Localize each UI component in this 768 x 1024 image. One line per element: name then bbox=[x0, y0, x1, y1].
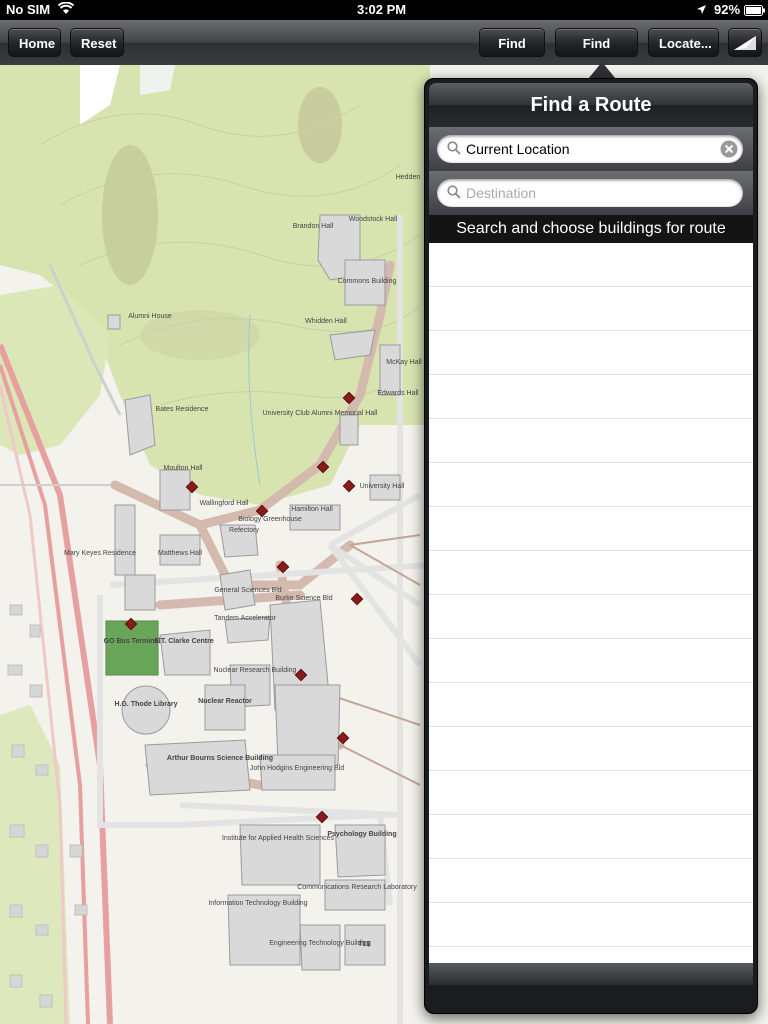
popover-arrow bbox=[588, 62, 616, 79]
toolbar: Home Reset Find Me Find Route Locate... bbox=[0, 20, 768, 80]
list-item bbox=[429, 331, 753, 375]
map-label[interactable]: Brandon Hall bbox=[293, 223, 334, 230]
popover-footer bbox=[429, 963, 753, 985]
map-label[interactable]: Woodstock Hall bbox=[349, 216, 398, 223]
map-label[interactable]: Hedden bbox=[396, 174, 421, 181]
wifi-icon bbox=[57, 1, 75, 18]
map-label[interactable]: Tandem Accelerator bbox=[214, 615, 277, 622]
home-button[interactable]: Home bbox=[8, 28, 61, 57]
map-label[interactable]: Refectory bbox=[229, 527, 259, 534]
map-label[interactable]: Edwards Hall bbox=[377, 390, 419, 397]
map-label[interactable]: Mary Keyes Residence bbox=[64, 550, 136, 557]
map-label[interactable]: Bates Residence bbox=[156, 406, 209, 413]
map-label[interactable]: Moulton Hall bbox=[164, 465, 203, 472]
map-label[interactable]: Information Technology Building bbox=[208, 900, 307, 907]
map-label[interactable]: Commons Building bbox=[338, 278, 397, 285]
clock: 3:02 PM bbox=[357, 2, 407, 17]
find-route-button[interactable]: Find Route bbox=[555, 28, 638, 80]
status-bar: No SIM 3:02 PM 92% bbox=[0, 0, 768, 20]
location-arrow-icon bbox=[696, 3, 707, 18]
list-item bbox=[429, 815, 753, 859]
map-label[interactable]: H.G. Thode Library bbox=[114, 701, 177, 708]
map-label[interactable]: T13 bbox=[358, 941, 370, 948]
map-label[interactable]: University Hall bbox=[360, 483, 405, 490]
list-item bbox=[429, 771, 753, 815]
list-item bbox=[429, 903, 753, 947]
map-label[interactable]: John Hodgins Engineering Bld bbox=[250, 765, 344, 772]
find-me-button[interactable]: Find Me bbox=[479, 28, 545, 80]
map-label[interactable]: Engineering Technology Building bbox=[269, 940, 371, 947]
search-icon bbox=[447, 185, 461, 202]
list-item bbox=[429, 287, 753, 331]
route-hint: Search and choose buildings for route bbox=[429, 215, 753, 243]
list-item bbox=[429, 463, 753, 507]
current-location-value: Current Location bbox=[466, 141, 570, 157]
list-item bbox=[429, 243, 753, 287]
battery-icon bbox=[744, 4, 766, 19]
reset-button[interactable]: Reset bbox=[70, 28, 124, 57]
locate-button[interactable]: Locate... bbox=[648, 28, 719, 57]
map-label[interactable]: Biology Greenhouse bbox=[238, 516, 302, 523]
destination-field[interactable]: Destination bbox=[437, 179, 743, 207]
list-item bbox=[429, 639, 753, 683]
map-label[interactable]: University Club Alumni Memorial Hall bbox=[263, 410, 378, 417]
destination-bar: Destination bbox=[429, 171, 753, 215]
popover-title: Find a Route bbox=[429, 83, 753, 127]
map-label[interactable]: Arthur Bourns Science Building bbox=[167, 755, 273, 762]
map-label[interactable]: Psychology Building bbox=[327, 831, 396, 838]
map-label[interactable]: Whidden Hall bbox=[305, 318, 347, 325]
map-label[interactable]: E.T. Clarke Centre bbox=[154, 638, 214, 645]
destination-placeholder: Destination bbox=[466, 185, 537, 201]
battery-percent: 92% bbox=[714, 2, 741, 17]
list-item bbox=[429, 507, 753, 551]
clear-icon[interactable] bbox=[720, 140, 738, 161]
list-item bbox=[429, 595, 753, 639]
map-label[interactable]: Wallingford Hall bbox=[200, 500, 249, 507]
map-label[interactable]: Nuclear Research Building bbox=[214, 667, 297, 674]
map-label[interactable]: GO Bus Terminal bbox=[104, 638, 161, 645]
map-label[interactable]: General Sciences Bld bbox=[214, 587, 281, 594]
map-label[interactable]: Matthews Hall bbox=[158, 550, 202, 557]
map-label[interactable]: Hamilton Hall bbox=[291, 506, 333, 513]
search-icon bbox=[447, 141, 461, 158]
find-route-popover: Find a Route Current Location Destinatio… bbox=[424, 78, 758, 1014]
current-location-bar: Current Location bbox=[429, 127, 753, 171]
list-item bbox=[429, 683, 753, 727]
list-item bbox=[429, 859, 753, 903]
map-label[interactable]: Communications Research Laboratory bbox=[297, 884, 417, 891]
page-curl-button[interactable] bbox=[728, 28, 762, 57]
list-item bbox=[429, 375, 753, 419]
map-label[interactable]: Alumni House bbox=[128, 313, 172, 320]
current-location-field[interactable]: Current Location bbox=[437, 135, 743, 163]
map-label[interactable]: Nuclear Reactor bbox=[198, 698, 252, 705]
building-results-list[interactable] bbox=[429, 243, 753, 963]
page-curl-icon bbox=[734, 36, 756, 50]
map-label[interactable]: Institute for Applied Health Sciences bbox=[222, 835, 335, 842]
map-label[interactable]: Burke Science Bld bbox=[275, 595, 332, 602]
map-label[interactable]: McKay Hall bbox=[386, 359, 422, 366]
carrier-label: No SIM bbox=[6, 2, 51, 17]
list-item bbox=[429, 727, 753, 771]
list-item bbox=[429, 551, 753, 595]
list-item bbox=[429, 419, 753, 463]
